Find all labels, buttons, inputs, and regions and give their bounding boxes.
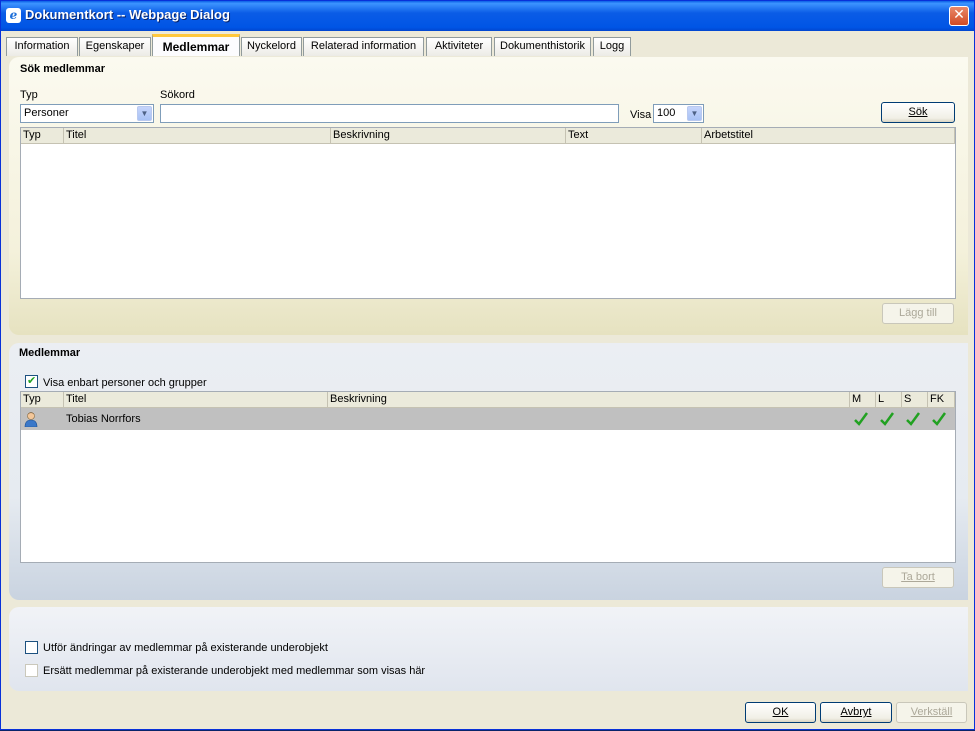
col-s[interactable]: S [902, 392, 928, 407]
keyword-input[interactable] [160, 104, 619, 123]
apply-children-label: Utför ändringar av medlemmar på existera… [43, 642, 328, 654]
col-l[interactable]: L [876, 392, 902, 407]
col-beskrivning[interactable]: Beskrivning [328, 392, 850, 407]
check-l-icon[interactable] [879, 411, 895, 427]
remove-button[interactable]: Ta bort [882, 567, 954, 588]
search-results-grid[interactable]: Typ Titel Beskrivning Text Arbetstitel [20, 127, 956, 299]
keyword-label: Sökord [160, 89, 195, 101]
chevron-down-icon[interactable]: ▼ [137, 106, 152, 121]
show-label: Visa [630, 109, 652, 121]
title-bar[interactable]: e Dokumentkort -- Webpage Dialog ✕ [1, 1, 974, 31]
check-fk-icon[interactable] [931, 411, 947, 427]
checkmark-icon: ✔ [27, 374, 37, 387]
check-s-icon[interactable] [905, 411, 921, 427]
members-grid[interactable]: Typ Titel Beskrivning M L S FK Tobias No… [20, 391, 956, 563]
tab-aktiviteter[interactable]: Aktiviteter [426, 37, 492, 56]
tab-logg[interactable]: Logg [593, 37, 631, 56]
dialog-window: e Dokumentkort -- Webpage Dialog ✕ Infor… [0, 0, 975, 730]
col-fk[interactable]: FK [928, 392, 955, 407]
member-title: Tobias Norrfors [66, 413, 141, 425]
members-panel: Medlemmar ✔ Visa enbart personer och gru… [9, 343, 968, 600]
cancel-button[interactable]: Avbryt [820, 702, 892, 723]
tab-dokumenthistorik[interactable]: Dokumenthistorik [494, 37, 591, 56]
chevron-down-icon[interactable]: ▼ [687, 106, 702, 121]
person-icon [24, 412, 38, 427]
options-panel: Utför ändringar av medlemmar på existera… [9, 607, 968, 691]
tab-relaterad-information[interactable]: Relaterad information [303, 37, 424, 56]
window-title: Dokumentkort -- Webpage Dialog [25, 7, 230, 22]
col-m[interactable]: M [850, 392, 876, 407]
check-m-icon[interactable] [853, 411, 869, 427]
type-label: Typ [20, 89, 38, 101]
col-typ[interactable]: Typ [21, 392, 64, 407]
tab-egenskaper[interactable]: Egenskaper [79, 37, 151, 56]
ie-icon: e [6, 8, 21, 23]
search-section-title: Sök medlemmar [20, 63, 105, 75]
col-text[interactable]: Text [566, 128, 702, 143]
col-titel[interactable]: Titel [64, 128, 331, 143]
col-typ[interactable]: Typ [21, 128, 64, 143]
tab-nyckelord[interactable]: Nyckelord [241, 37, 302, 56]
col-beskrivning[interactable]: Beskrivning [331, 128, 566, 143]
search-button[interactable]: Sök [881, 102, 955, 123]
tab-medlemmar[interactable]: Medlemmar [152, 34, 240, 56]
footer-bar: OK Avbryt Verkställ [1, 697, 974, 731]
type-select[interactable]: Personer ▼ [20, 104, 154, 123]
members-section-title: Medlemmar [19, 347, 81, 359]
ok-button[interactable]: OK [745, 702, 816, 723]
filter-checkbox[interactable]: ✔ [25, 374, 38, 388]
apply-button[interactable]: Verkställ [896, 702, 967, 723]
tab-information[interactable]: Information [6, 37, 78, 56]
table-row[interactable]: Tobias Norrfors [21, 408, 955, 430]
members-grid-header: Typ Titel Beskrivning M L S FK [21, 392, 955, 408]
close-button[interactable]: ✕ [949, 6, 969, 26]
search-members-panel: Sök medlemmar Typ Personer ▼ Sökord Visa… [9, 57, 968, 335]
col-titel[interactable]: Titel [64, 392, 328, 407]
apply-children-checkbox[interactable] [25, 641, 38, 654]
replace-children-checkbox[interactable] [25, 664, 38, 677]
show-count-select[interactable]: 100 ▼ [653, 104, 704, 123]
replace-children-label: Ersätt medlemmar på existerande underobj… [43, 665, 426, 677]
search-grid-header: Typ Titel Beskrivning Text Arbetstitel [21, 128, 955, 144]
filter-checkbox-label: Visa enbart personer och grupper [43, 377, 207, 389]
col-arbetstitel[interactable]: Arbetstitel [702, 128, 955, 143]
add-button[interactable]: Lägg till [882, 303, 954, 324]
